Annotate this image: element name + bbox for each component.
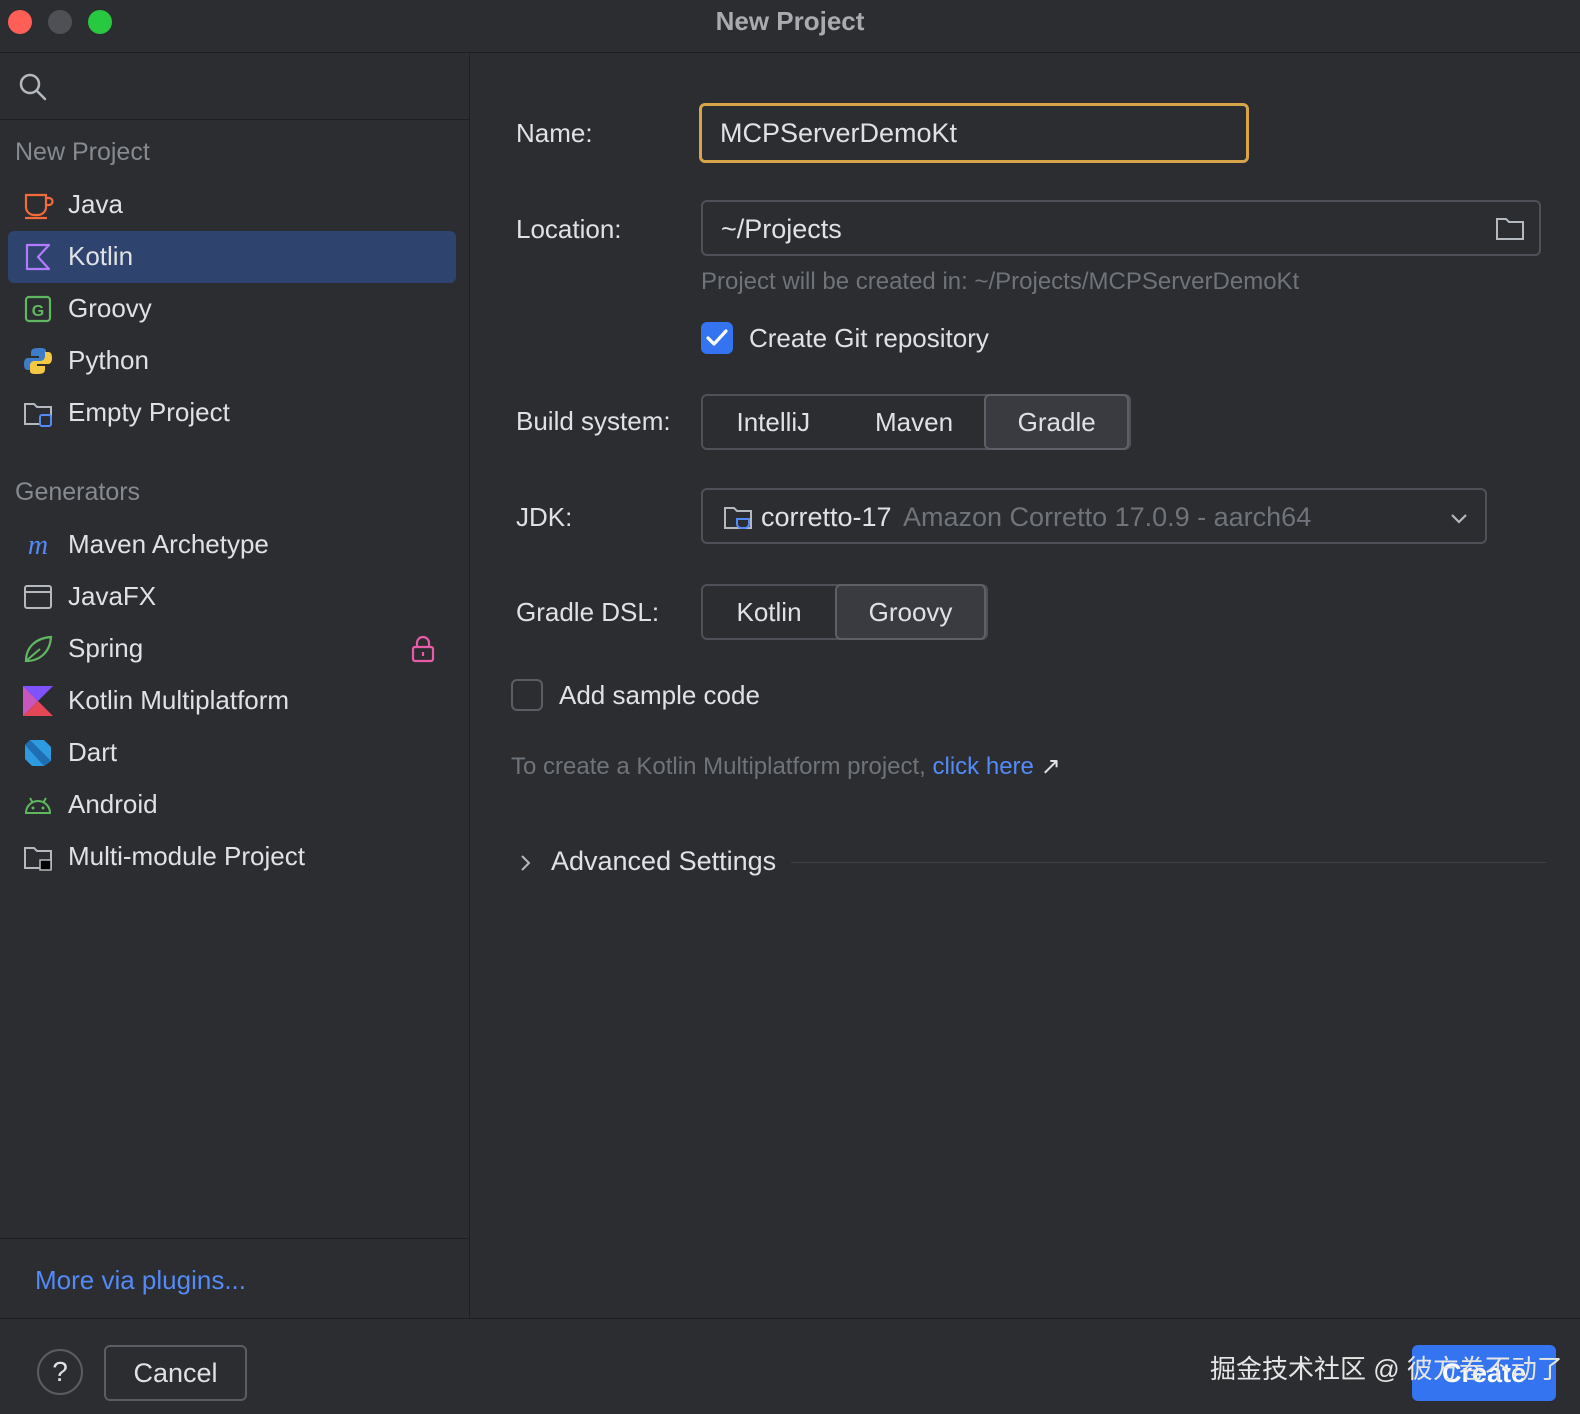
spring-leaf-icon <box>24 635 53 663</box>
folder-icon[interactable] <box>1495 215 1525 241</box>
sidebar-item-label: Spring <box>68 633 144 663</box>
build-system-label: Build system: <box>516 406 671 436</box>
jdk-name: corretto-17 <box>761 502 892 532</box>
sidebar-item-label: Maven Archetype <box>68 529 269 559</box>
empty-project-icon <box>24 403 52 427</box>
javafx-window-icon <box>24 585 52 609</box>
maven-icon: m <box>28 530 48 561</box>
create-git-checkbox[interactable] <box>701 322 733 354</box>
svg-text:m: m <box>28 530 48 561</box>
dialog-footer: ? Cancel Create 掘金技术社区 @ 彼方卷不动了 <box>0 1318 1580 1414</box>
sidebar-item-label: Dart <box>68 737 118 767</box>
sidebar-item-kotlin-multiplatform[interactable]: Kotlin Multiplatform <box>8 675 456 727</box>
watermark-text: 掘金技术社区 @ 彼方卷不动了 <box>1210 1354 1563 1384</box>
build-option-maven[interactable]: Maven <box>844 396 985 448</box>
sidebar-item-label: JavaFX <box>68 581 157 611</box>
kmp-click-here-link[interactable]: click here <box>933 753 1034 780</box>
add-sample-code-label: Add sample code <box>559 680 760 710</box>
groovy-icon: G <box>24 295 52 323</box>
sidebar-item-label: Multi-module Project <box>68 841 305 871</box>
sidebar-item-java[interactable]: Java <box>8 179 456 231</box>
checkmark-icon <box>706 329 728 346</box>
kmp-hint: To create a Kotlin Multiplatform project… <box>511 752 1061 781</box>
sidebar-item-label: Kotlin Multiplatform <box>68 685 290 715</box>
gradle-dsl-selector: Kotlin Groovy <box>701 584 988 640</box>
project-settings-form: Name: MCPServerDemoKt Location: ~/Projec… <box>471 54 1580 1318</box>
build-system-selector: IntelliJ Maven Gradle <box>701 394 1131 450</box>
sidebar-item-javafx[interactable]: JavaFX <box>8 571 456 623</box>
sidebar-item-groovy[interactable]: G Groovy <box>8 283 456 335</box>
chevron-down-icon <box>1451 514 1467 524</box>
sidebar-search[interactable] <box>0 54 469 120</box>
name-label: Name: <box>516 118 593 148</box>
dsl-option-kotlin[interactable]: Kotlin <box>703 586 835 638</box>
sidebar-item-android[interactable]: Android <box>8 779 456 831</box>
dart-icon <box>25 740 51 766</box>
title-bar: New Project <box>0 0 1580 53</box>
chevron-right-icon <box>521 855 531 871</box>
jdk-description: Amazon Corretto 17.0.9 - aarch64 <box>903 502 1312 532</box>
dsl-option-groovy[interactable]: Groovy <box>835 584 986 640</box>
sidebar-item-label: Java <box>68 189 123 219</box>
build-option-intellij[interactable]: IntelliJ <box>703 396 844 448</box>
jdk-label: JDK: <box>516 502 573 532</box>
advanced-settings-label: Advanced Settings <box>551 846 777 876</box>
build-option-gradle[interactable]: Gradle <box>984 394 1130 450</box>
location-field[interactable]: ~/Projects <box>701 200 1541 256</box>
sidebar-item-maven-archetype[interactable]: m Maven Archetype <box>8 519 456 571</box>
window-title: New Project <box>715 6 865 36</box>
create-git-label: Create Git repository <box>749 323 989 353</box>
multi-module-icon <box>24 847 52 871</box>
sidebar-item-kotlin[interactable]: Kotlin <box>8 231 456 283</box>
python-icon <box>24 348 52 374</box>
sidebar-item-multi-module-project[interactable]: Multi-module Project <box>8 831 456 883</box>
sidebar-item-label: Groovy <box>68 293 152 323</box>
location-hint: Project will be created in: ~/Projects/M… <box>701 268 1300 295</box>
kotlin-multiplatform-icon <box>23 686 53 716</box>
java-cup-icon <box>24 193 54 220</box>
kotlin-icon <box>25 243 51 271</box>
location-label: Location: <box>516 214 622 244</box>
sidebar-item-label: Python <box>68 345 149 375</box>
advanced-settings-toggle[interactable]: Advanced Settings <box>516 844 1546 884</box>
sidebar-item-python[interactable]: Python <box>8 335 456 387</box>
gradle-dsl-label: Gradle DSL: <box>516 597 660 627</box>
sidebar-item-label: Android <box>68 789 158 819</box>
lock-icon <box>411 635 435 663</box>
section-generators: Generators <box>15 478 141 506</box>
name-field[interactable]: MCPServerDemoKt <box>699 103 1249 163</box>
add-sample-code-checkbox[interactable] <box>511 679 543 711</box>
more-via-plugins-link[interactable]: More via plugins... <box>35 1265 246 1296</box>
help-button[interactable]: ? <box>37 1349 83 1395</box>
name-field-value: MCPServerDemoKt <box>720 118 958 148</box>
jdk-folder-icon <box>724 507 752 529</box>
section-new-project: New Project <box>15 138 150 166</box>
location-field-value: ~/Projects <box>721 214 842 244</box>
sidebar-footer: More via plugins... <box>0 1238 469 1318</box>
sidebar-item-empty-project[interactable]: Empty Project <box>8 387 456 439</box>
svg-text:G: G <box>32 303 44 320</box>
sidebar-item-label: Empty Project <box>68 397 230 427</box>
sidebar-item-spring[interactable]: Spring <box>8 623 456 675</box>
kmp-hint-text: To create a Kotlin Multiplatform project… <box>511 753 933 780</box>
external-link-arrow-icon: ↗ <box>1040 753 1061 780</box>
sidebar-item-dart[interactable]: Dart <box>8 727 456 779</box>
project-type-sidebar: New Project Java Kotlin G Groovy Python <box>0 54 470 1318</box>
cancel-button[interactable]: Cancel <box>104 1345 247 1401</box>
sidebar-item-label: Kotlin <box>68 241 134 271</box>
advanced-settings-divider <box>791 862 1546 863</box>
android-icon <box>24 797 52 814</box>
search-icon[interactable] <box>18 72 48 102</box>
jdk-dropdown[interactable]: corretto-17 Amazon Corretto 17.0.9 - aar… <box>701 488 1487 544</box>
